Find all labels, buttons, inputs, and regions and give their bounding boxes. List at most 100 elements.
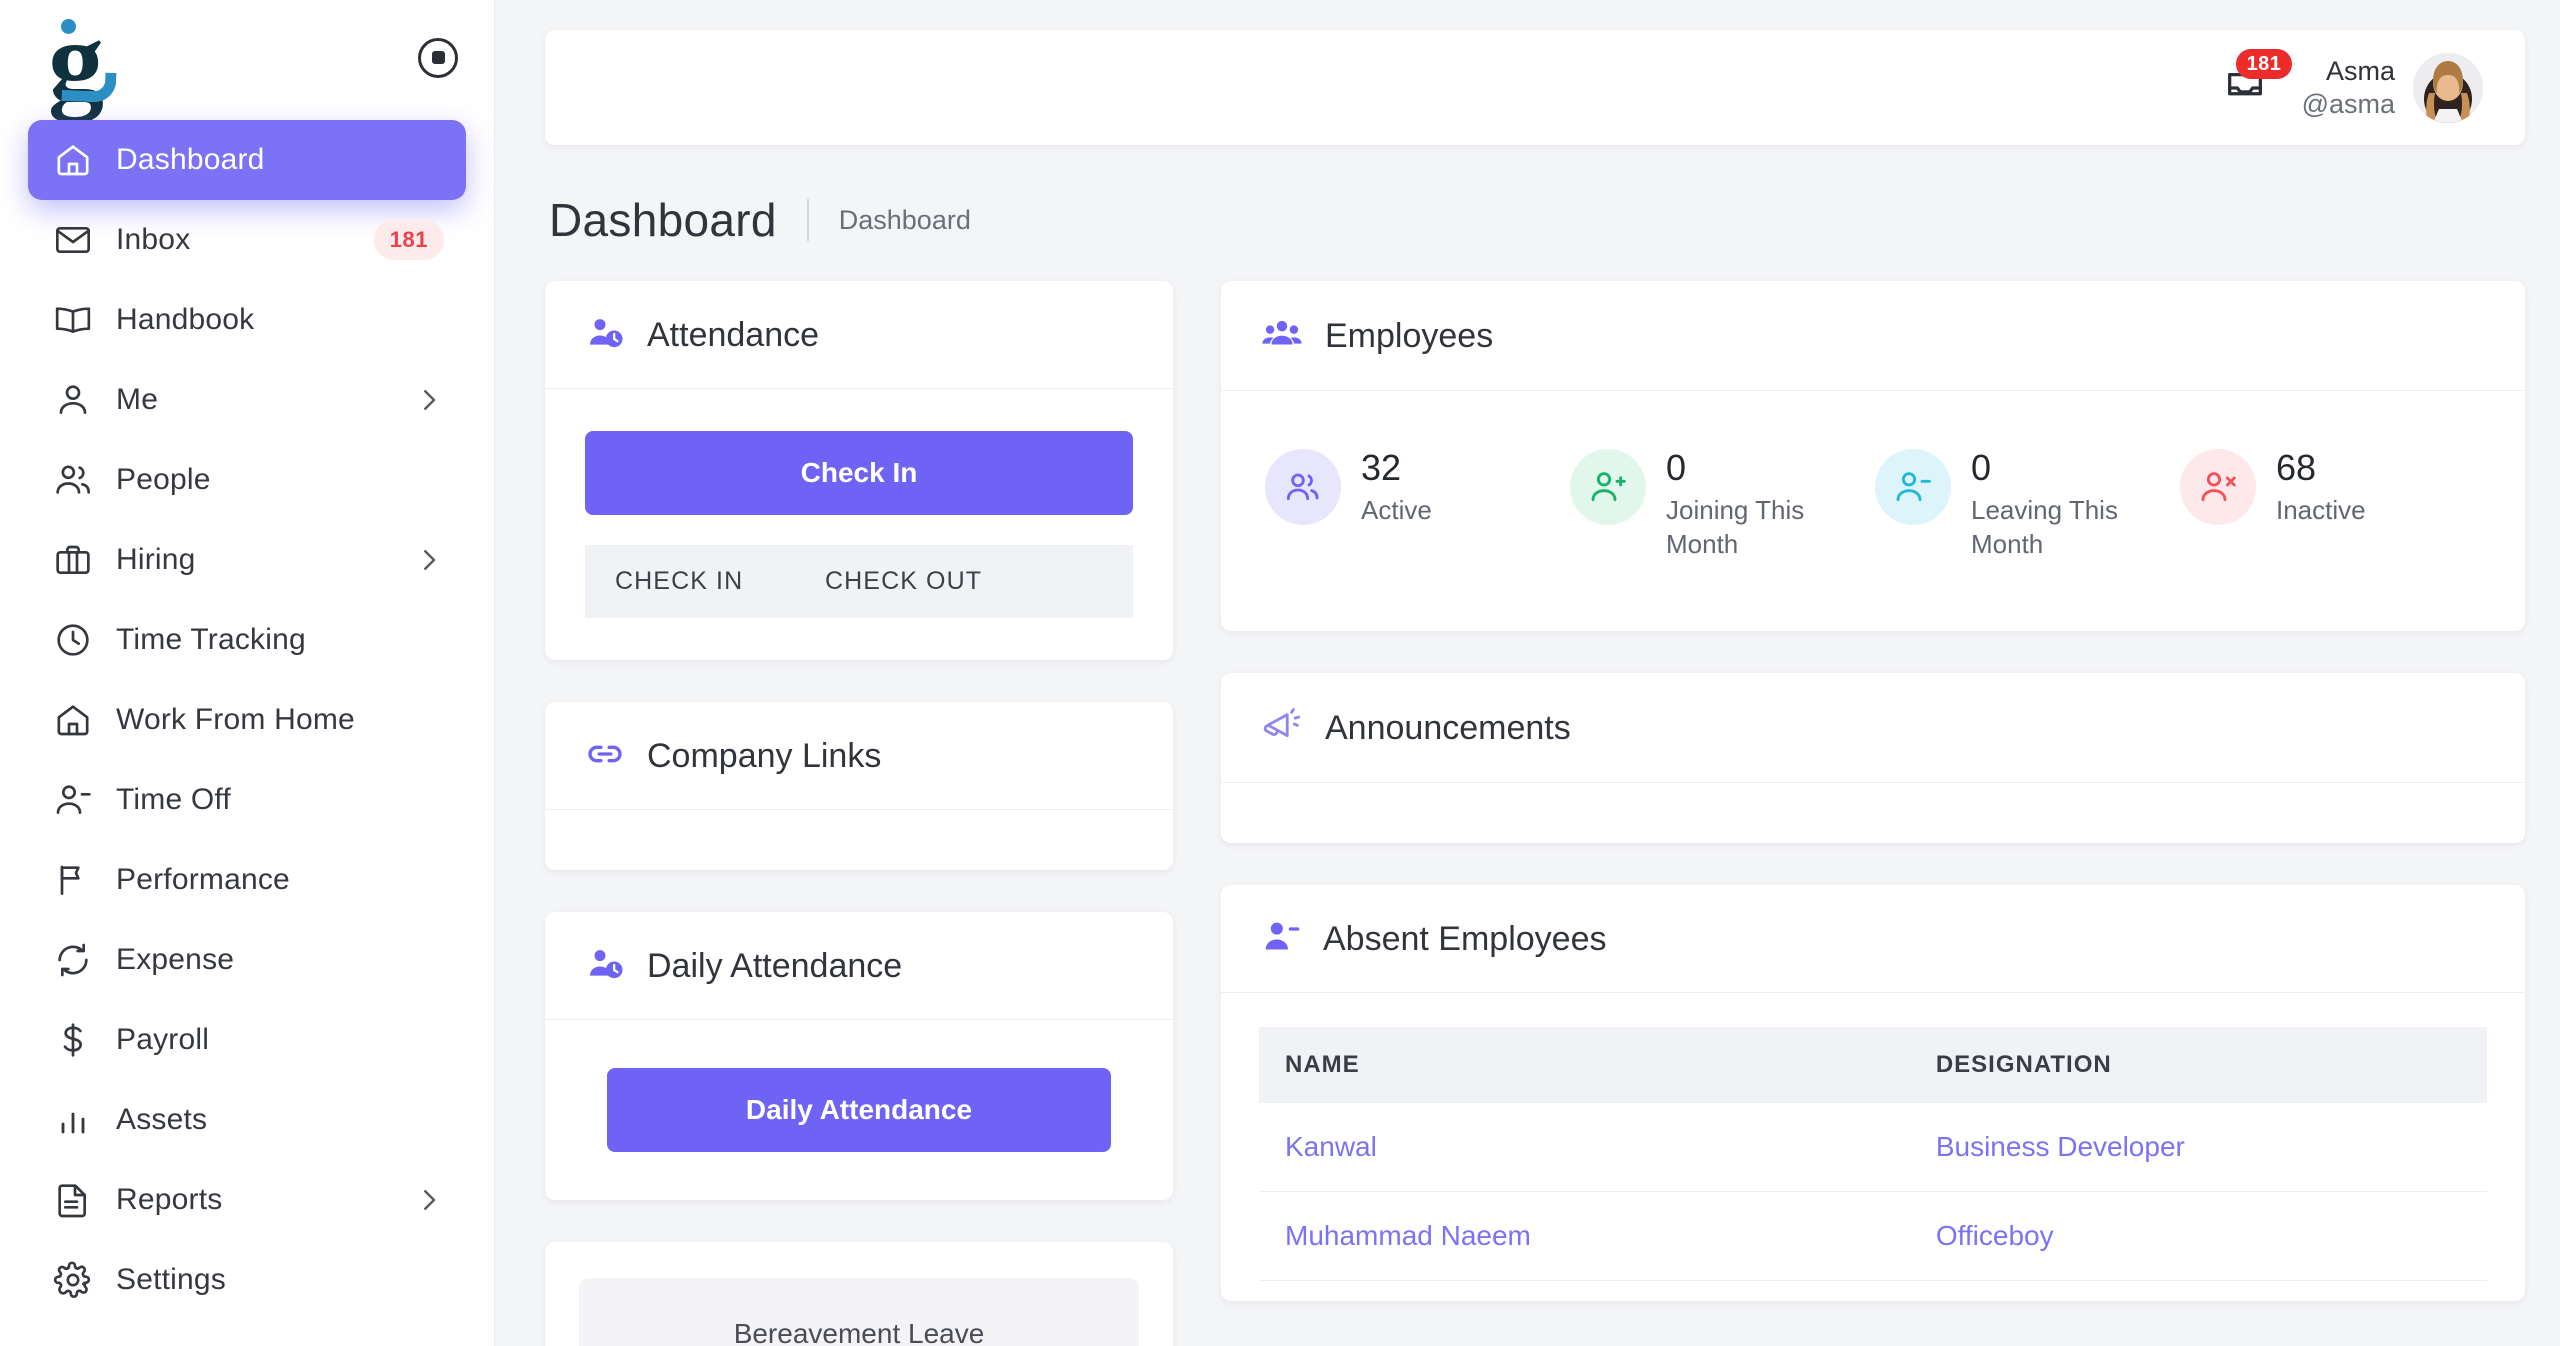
sidebar-item-handbook[interactable]: Handbook xyxy=(28,280,466,360)
topbar-right: 181 Asma @asma xyxy=(2222,48,2483,123)
sidebar-item-people[interactable]: People xyxy=(28,440,466,520)
sidebar-item-label: Hiring xyxy=(116,543,196,576)
announcements-card-body xyxy=(1221,783,2525,843)
sidebar-item-label: Payroll xyxy=(116,1023,210,1056)
megaphone-icon xyxy=(1261,705,1303,752)
column-header-designation: DESIGNATION xyxy=(1909,1027,2487,1104)
briefcase-icon xyxy=(52,539,94,581)
sidebar-item-time-off[interactable]: Time Off xyxy=(28,760,466,840)
document-icon xyxy=(52,1179,94,1221)
cell-name[interactable]: Muhammad Naeem xyxy=(1259,1191,1910,1282)
stat-label: Inactive xyxy=(2276,494,2366,525)
sidebar-item-assets[interactable]: Assets xyxy=(28,1080,466,1160)
sidebar-item-inbox[interactable]: Inbox 181 xyxy=(28,200,466,280)
left-column: Attendance Check In CHECK IN CHECK OUT C… xyxy=(545,281,1173,1346)
sidebar-item-time-tracking[interactable]: Time Tracking xyxy=(28,600,466,680)
chevron-right-icon[interactable] xyxy=(414,385,444,415)
absent-employees-card-body: NAME DESIGNATION Kanwal Business Develope… xyxy=(1221,993,2525,1301)
topbar: 181 Asma @asma xyxy=(545,30,2525,145)
collapse-circle-icon[interactable] xyxy=(418,37,458,78)
sidebar-item-hiring[interactable]: Hiring xyxy=(28,520,466,600)
sidebar-item-label: Inbox xyxy=(116,223,191,256)
stat-text: 0 Joining This Month xyxy=(1666,449,1841,561)
daily-attendance-button[interactable]: Daily Attendance xyxy=(607,1068,1111,1152)
home-outline-icon xyxy=(52,699,94,741)
table-row[interactable]: Kanwal Business Developer xyxy=(1259,1103,2487,1193)
sidebar-item-label: Time Off xyxy=(116,783,231,816)
avatar[interactable] xyxy=(2413,52,2483,123)
user-handle: @asma xyxy=(2301,88,2395,119)
sidebar-item-label: Assets xyxy=(116,1103,208,1136)
envelope-icon xyxy=(52,219,94,261)
attendance-card: Attendance Check In CHECK IN CHECK OUT xyxy=(545,281,1173,660)
user-minus-icon xyxy=(1261,917,1301,962)
attendance-card-body: Check In CHECK IN CHECK OUT xyxy=(545,389,1173,660)
stat-active: 32 Active xyxy=(1265,449,1570,561)
sidebar-item-reports[interactable]: Reports xyxy=(28,1160,466,1240)
employees-card-header: Employees xyxy=(1221,281,2525,391)
sidebar-badge: 181 xyxy=(373,220,444,260)
sidebar-item-expense[interactable]: Expense xyxy=(28,920,466,1000)
user-name: Asma xyxy=(2325,55,2395,86)
sidebar-item-performance[interactable]: Performance xyxy=(28,840,466,920)
stat-value: 0 xyxy=(1971,447,1992,488)
cell-designation[interactable]: Officeboy xyxy=(1909,1191,2487,1282)
table-row[interactable]: Muhammad Naeem Officeboy xyxy=(1259,1191,2487,1282)
sidebar-nav: Dashboard Inbox 181 Handbook Me People Hiring T… xyxy=(0,115,494,1320)
stat-label: Joining This Month xyxy=(1666,494,1805,560)
sidebar-item-label: Expense xyxy=(116,943,235,976)
inbox-tray-icon[interactable]: 181 xyxy=(2222,48,2293,111)
table-head: NAME DESIGNATION xyxy=(1259,1027,2487,1104)
dollar-icon xyxy=(52,1019,94,1061)
sidebar-item-work-from-home[interactable]: Work From Home xyxy=(28,680,466,760)
book-icon xyxy=(52,299,94,341)
app-logo[interactable]: g xyxy=(42,5,152,117)
stat-inactive: 68 Inactive xyxy=(2180,449,2485,561)
collapse-inner-dot xyxy=(431,51,445,64)
stat-value: 68 xyxy=(2276,447,2317,488)
user-menu[interactable]: Asma @asma xyxy=(2301,52,2483,123)
company-links-card-title: Company Links xyxy=(647,737,882,775)
attendance-card-header: Attendance xyxy=(545,281,1173,389)
inbox-badge: 181 xyxy=(2235,48,2293,79)
announcements-card: Announcements xyxy=(1221,673,2525,844)
sidebar-item-settings[interactable]: Settings xyxy=(28,1240,466,1320)
sidebar-item-label: Time Tracking xyxy=(116,623,306,656)
announcements-card-title: Announcements xyxy=(1325,709,1571,748)
announcements-card-header: Announcements xyxy=(1221,673,2525,784)
chevron-right-icon[interactable] xyxy=(414,545,444,575)
stat-value: 32 xyxy=(1361,447,1402,488)
cell-designation[interactable]: Business Developer xyxy=(1909,1103,2487,1193)
page-title: Dashboard xyxy=(549,194,777,246)
chevron-right-icon[interactable] xyxy=(414,1185,444,1215)
user-clock-icon xyxy=(585,944,625,989)
absent-employees-card-header: Absent Employees xyxy=(1221,885,2525,994)
daily-attendance-card-title: Daily Attendance xyxy=(647,947,903,985)
sidebar-item-label: Work From Home xyxy=(116,703,355,736)
sidebar-item-label: Dashboard xyxy=(116,143,265,176)
attendance-card-title: Attendance xyxy=(647,316,820,354)
absent-employees-card: Absent Employees NAME DESIGNATION Kanwal… xyxy=(1221,885,2525,1302)
check-out-column-label: CHECK OUT xyxy=(825,567,983,595)
page-header: Dashboard Dashboard xyxy=(545,145,2525,281)
user-icon xyxy=(52,379,94,421)
sidebar-item-label: People xyxy=(116,463,211,496)
gear-icon xyxy=(52,1259,94,1301)
sidebar-item-me[interactable]: Me xyxy=(28,360,466,440)
employees-card: Employees 32 Active 0 Joining This Month 0 Le… xyxy=(1221,281,2525,632)
check-in-button[interactable]: Check In xyxy=(585,431,1133,515)
stat-text: 68 Inactive xyxy=(2276,449,2366,527)
cell-name[interactable]: Kanwal xyxy=(1259,1103,1910,1193)
group-icon xyxy=(1261,313,1303,360)
leave-balance-card-body: Bereavement Leave 0 xyxy=(545,1242,1173,1346)
flag-icon xyxy=(52,859,94,901)
sidebar-item-payroll[interactable]: Payroll xyxy=(28,1000,466,1080)
stat-value: 0 xyxy=(1666,447,1687,488)
stat-joining-this-month: 0 Joining This Month xyxy=(1570,449,1875,561)
sidebar-item-dashboard[interactable]: Dashboard xyxy=(28,120,466,200)
sidebar-item-label: Handbook xyxy=(116,303,255,336)
company-links-card-body xyxy=(545,810,1173,870)
sidebar-item-label: Reports xyxy=(116,1183,223,1216)
daily-attendance-card: Daily Attendance Daily Attendance xyxy=(545,912,1173,1200)
stat-leaving-this-month: 0 Leaving This Month xyxy=(1875,449,2180,561)
